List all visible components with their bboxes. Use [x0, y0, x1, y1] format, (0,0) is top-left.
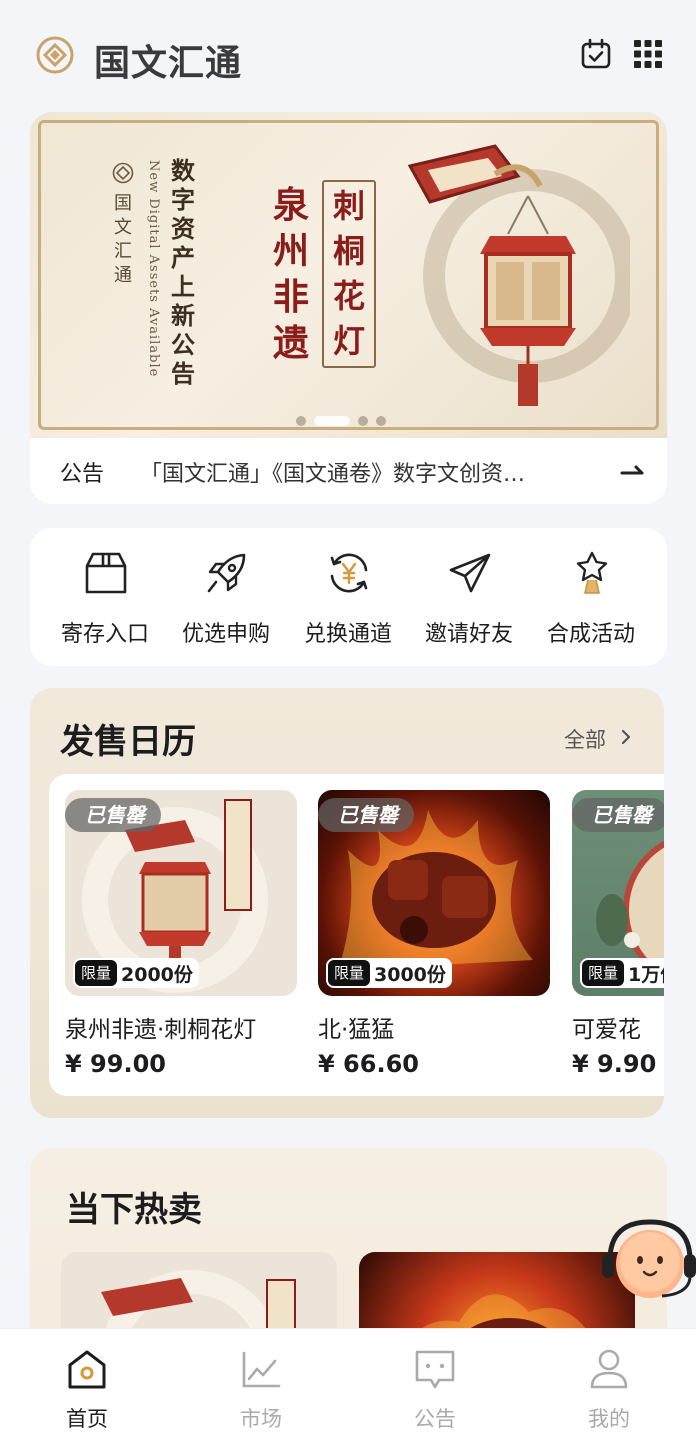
banner-tagline: 数字资产上新公告: [171, 156, 195, 388]
product-image: 已售罄 限量 1万份: [572, 790, 664, 996]
product-card[interactable]: 已售罄 限量 1万份 可爱花 ¥ 9.90: [572, 790, 664, 1090]
banner-logo-icon: [112, 162, 134, 184]
chevron-right-icon[interactable]: [620, 728, 632, 746]
action-exchange-channel[interactable]: 兑换通道: [287, 528, 409, 666]
action-label: 邀请好友: [424, 622, 513, 647]
action-label: 寄存入口: [60, 622, 149, 647]
limit-quantity: 3000份: [374, 963, 446, 986]
action-label: 合成活动: [546, 622, 635, 647]
banner-brand: 国文汇通: [114, 193, 132, 286]
tab-announcement[interactable]: 公告: [348, 1329, 522, 1454]
notice-text[interactable]: 「国文汇通」《国文通卷》数字文创资…: [140, 456, 600, 488]
action-label: 兑换通道: [303, 622, 392, 647]
tab-home[interactable]: 首页: [0, 1329, 174, 1454]
action-deposit[interactable]: 寄存入口: [44, 528, 166, 666]
sold-out-badge: 已售罄: [65, 798, 161, 832]
limit-tag: 限量: [328, 960, 371, 986]
tab-label: 公告: [414, 1407, 456, 1431]
banner-english-caption: New Digital Assets Available: [146, 160, 161, 378]
box-icon: [85, 552, 127, 594]
limit-quantity: 1万份: [628, 963, 664, 986]
tab-label: 我的: [588, 1407, 630, 1431]
notice-bar[interactable]: 公告 「国文汇通」《国文通卷》数字文创资…: [30, 438, 667, 504]
rocket-icon: [207, 553, 246, 593]
carousel-dot[interactable]: [358, 416, 368, 426]
quick-actions: 寄存入口 优选申购 兑换通道 邀请好友 合成活动: [30, 528, 667, 666]
limit-badge: 限量 3000份: [326, 958, 452, 988]
app-title: 国文汇通: [94, 43, 243, 84]
lantern-illustration: [407, 144, 630, 406]
grid-menu-icon[interactable]: [632, 38, 664, 70]
sold-out-badge: 已售罄: [572, 798, 664, 832]
limit-tag: 限量: [75, 960, 118, 986]
yen-exchange-icon: [330, 553, 368, 593]
product-card[interactable]: 已售罄 限量 3000份 北·猛猛 ¥ 66.60: [318, 790, 550, 1090]
arrow-right-icon[interactable]: [620, 462, 646, 482]
product-image: 已售罄 限量 2000份: [65, 790, 297, 996]
app-header: 国文汇通: [0, 0, 696, 110]
section-title: 当下热卖: [66, 1190, 202, 1230]
calendar-check-icon[interactable]: [580, 38, 612, 70]
banner-title-line2: 刺桐花灯: [332, 187, 365, 360]
product-card[interactable]: 已售罄 限量 2000份 泉州非遗·刺桐花灯 ¥ 99.00: [65, 790, 297, 1090]
bottom-tab-bar: 首页 市场 公告 我的: [0, 1328, 696, 1454]
sale-calendar-section: 发售日历 全部 已售罄 限量 2000份 泉州非遗·刺桐花灯 ¥ 99.00 已…: [30, 688, 664, 1118]
tab-market[interactable]: 市场: [174, 1329, 348, 1454]
limit-quantity: 2000份: [121, 963, 193, 986]
star-trophy-icon: [576, 551, 608, 594]
action-label: 优选申购: [181, 622, 270, 647]
product-price: ¥ 99.00: [65, 1050, 166, 1078]
limit-tag: 限量: [582, 960, 625, 986]
notice-tag: 公告: [60, 462, 105, 487]
sold-out-badge: 已售罄: [318, 798, 414, 832]
action-preferred-purchase[interactable]: 优选申购: [165, 528, 287, 666]
product-price: ¥ 66.60: [318, 1050, 419, 1078]
view-all-link[interactable]: 全部: [564, 724, 606, 754]
customer-support-avatar[interactable]: [600, 1216, 696, 1302]
action-synthesis-event[interactable]: 合成活动: [530, 528, 652, 666]
section-title: 发售日历: [60, 722, 196, 762]
banner-card: 国文汇通 New Digital Assets Available 数字资产上新…: [30, 112, 667, 504]
carousel-dot-active[interactable]: [314, 416, 350, 426]
paper-plane-icon: [449, 553, 491, 593]
action-invite-friends[interactable]: 邀请好友: [408, 528, 530, 666]
tab-label: 市场: [240, 1407, 282, 1431]
carousel-dot[interactable]: [296, 416, 306, 426]
carousel-indicator: [296, 414, 406, 428]
user-icon: [590, 1349, 628, 1389]
product-price: ¥ 9.90: [572, 1050, 657, 1078]
product-name: 北·猛猛: [318, 1017, 395, 1043]
message-icon: [415, 1350, 455, 1389]
product-carousel[interactable]: 已售罄 限量 2000份 泉州非遗·刺桐花灯 ¥ 99.00 已售罄 限量 30…: [49, 774, 664, 1096]
product-image: 已售罄 限量 3000份: [318, 790, 550, 996]
banner-carousel[interactable]: 国文汇通 New Digital Assets Available 数字资产上新…: [30, 112, 667, 438]
limit-badge: 限量 2000份: [73, 958, 199, 988]
banner-title-line1: 泉州非遗: [272, 184, 309, 364]
carousel-dot[interactable]: [376, 416, 386, 426]
hot-sale-section: 当下热卖: [30, 1148, 667, 1348]
product-name: 可爱花: [572, 1017, 641, 1043]
logo-icon: [36, 36, 74, 74]
chart-icon: [242, 1351, 281, 1388]
product-name: 泉州非遗·刺桐花灯: [65, 1017, 257, 1043]
tab-label: 首页: [66, 1407, 108, 1431]
limit-badge: 限量 1万份: [580, 958, 664, 988]
home-icon: [68, 1350, 106, 1389]
tab-profile[interactable]: 我的: [522, 1329, 696, 1454]
